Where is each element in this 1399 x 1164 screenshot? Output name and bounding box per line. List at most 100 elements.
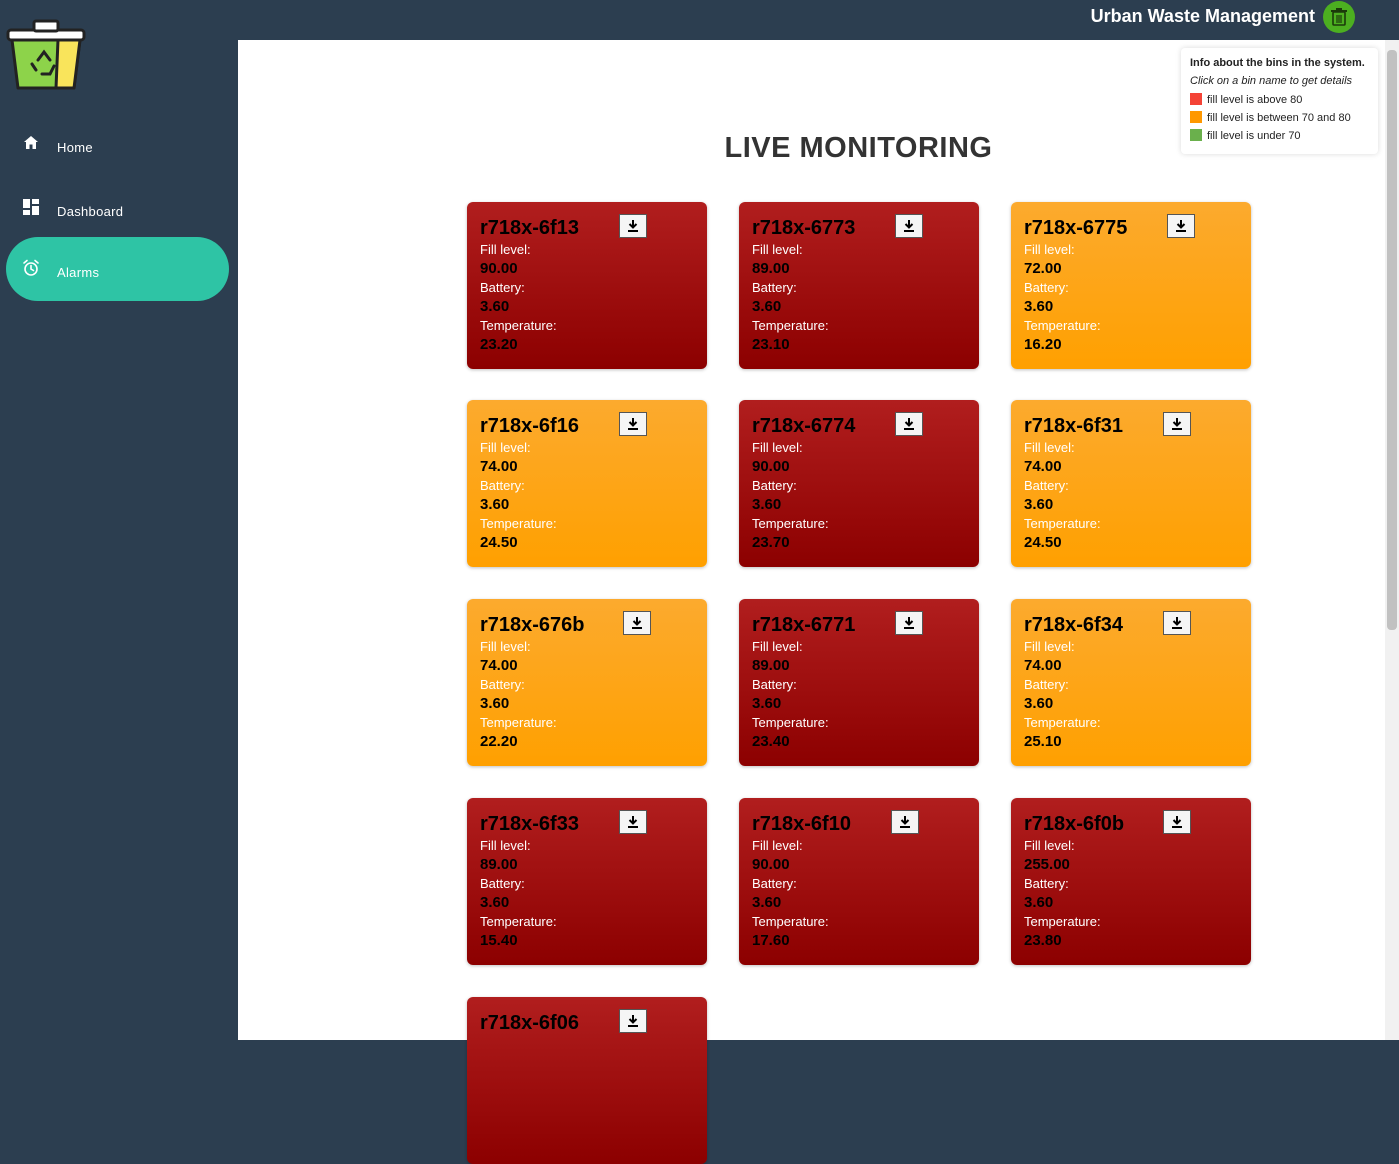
legend-label: fill level is above 80 — [1207, 94, 1303, 106]
battery-label: Battery: — [480, 280, 525, 295]
fill-level-value: 90.00 — [752, 856, 790, 873]
bin-name-link[interactable]: r718x-6f31 — [1024, 414, 1238, 438]
battery-value: 3.60 — [752, 695, 782, 712]
bin-name-link[interactable]: r718x-6f0b — [1024, 812, 1238, 836]
fill-level-value: 74.00 — [1024, 458, 1062, 475]
battery-value: 3.60 — [480, 894, 510, 911]
fill-level-label: Fill level: — [480, 242, 531, 257]
fill-level-label: Fill level: — [752, 242, 803, 257]
download-icon — [1172, 617, 1182, 629]
battery-label: Battery: — [752, 280, 797, 295]
main-content: LIVE MONITORING r718x-6f13 Fill level: 90.… — [238, 40, 1385, 1164]
fill-level-value: 255.00 — [1024, 856, 1070, 873]
fill-level-value: 74.00 — [1024, 657, 1062, 674]
battery-label: Battery: — [480, 876, 525, 891]
bin-card: r718x-6f13 Fill level: 90.00 Battery: 3.60 Te… — [467, 202, 707, 369]
temperature-label: Temperature: — [1024, 715, 1101, 730]
battery-label: Battery: — [1024, 876, 1069, 891]
battery-value: 3.60 — [1024, 894, 1054, 911]
download-button[interactable] — [619, 412, 647, 436]
download-icon — [1172, 816, 1182, 828]
battery-label: Battery: — [752, 876, 797, 891]
battery-value: 3.60 — [752, 894, 782, 911]
battery-value: 3.60 — [1024, 298, 1054, 315]
fill-level-value: 74.00 — [480, 458, 518, 475]
bin-name-link[interactable]: r718x-6f16 — [480, 414, 694, 438]
temperature-label: Temperature: — [752, 715, 829, 730]
bin-name-link[interactable]: r718x-6771 — [752, 613, 966, 637]
bin-name-link[interactable]: r718x-676b — [480, 613, 694, 637]
battery-value: 3.60 — [1024, 496, 1054, 513]
bin-card: r718x-6775 Fill level: 72.00 Battery: 3.60 Te… — [1011, 202, 1251, 369]
bin-card: r718x-6f06 — [467, 997, 707, 1164]
legend-item-between-70-80: fill level is between 70 and 80 — [1190, 111, 1351, 125]
battery-label: Battery: — [752, 478, 797, 493]
battery-label: Battery: — [1024, 280, 1069, 295]
sidebar: Home Dashboard Alarms — [0, 0, 238, 1040]
bin-name-link[interactable]: r718x-6f10 — [752, 812, 966, 836]
scrollbar[interactable] — [1385, 40, 1399, 1040]
bin-card: r718x-6f31 Fill level: 74.00 Battery: 3.60 Te… — [1011, 400, 1251, 567]
download-button[interactable] — [895, 214, 923, 238]
download-button[interactable] — [895, 412, 923, 436]
fill-level-label: Fill level: — [1024, 440, 1075, 455]
fill-level-value: 90.00 — [480, 260, 518, 277]
fill-level-label: Fill level: — [1024, 242, 1075, 257]
temperature-value: 25.10 — [1024, 733, 1062, 750]
battery-label: Battery: — [1024, 677, 1069, 692]
download-button[interactable] — [1163, 810, 1191, 834]
bin-card: r718x-6773 Fill level: 89.00 Battery: 3.60 Te… — [739, 202, 979, 369]
download-button[interactable] — [1163, 412, 1191, 436]
scrollbar-thumb[interactable] — [1387, 50, 1397, 630]
legend-swatch — [1190, 129, 1202, 141]
fill-level-label: Fill level: — [480, 440, 531, 455]
download-icon — [628, 816, 638, 828]
temperature-value: 17.60 — [752, 932, 790, 949]
app-title: Urban Waste Management — [1090, 6, 1315, 26]
fill-level-label: Fill level: — [480, 639, 531, 654]
bin-card: r718x-6771 Fill level: 89.00 Battery: 3.60 Te… — [739, 599, 979, 766]
download-icon — [904, 418, 914, 430]
temperature-label: Temperature: — [480, 318, 557, 333]
bin-name-link[interactable]: r718x-6774 — [752, 414, 966, 438]
bin-name-link[interactable]: r718x-6f13 — [480, 216, 694, 240]
bin-name-link[interactable]: r718x-6775 — [1024, 216, 1238, 240]
legend-label: fill level is under 70 — [1207, 130, 1301, 142]
temperature-value: 23.70 — [752, 534, 790, 551]
sidebar-item-home[interactable]: Home — [6, 112, 229, 176]
fill-level-value: 74.00 — [480, 657, 518, 674]
info-title: Info about the bins in the system. — [1190, 57, 1365, 69]
download-button[interactable] — [619, 1009, 647, 1033]
download-button[interactable] — [623, 611, 651, 635]
fill-level-value: 72.00 — [1024, 260, 1062, 277]
temperature-label: Temperature: — [752, 318, 829, 333]
temperature-label: Temperature: — [480, 715, 557, 730]
download-icon — [904, 617, 914, 629]
battery-label: Battery: — [752, 677, 797, 692]
alarm-clock-icon — [23, 259, 39, 276]
download-button[interactable] — [895, 611, 923, 635]
legend-item-under-70: fill level is under 70 — [1190, 129, 1301, 143]
fill-level-label: Fill level: — [1024, 838, 1075, 853]
download-button[interactable] — [891, 810, 919, 834]
bin-name-link[interactable]: r718x-6f34 — [1024, 613, 1238, 637]
battery-value: 3.60 — [752, 496, 782, 513]
download-button[interactable] — [1167, 214, 1195, 238]
info-subtitle: Click on a bin name to get details — [1190, 75, 1353, 87]
bin-name-link[interactable]: r718x-6773 — [752, 216, 966, 240]
bin-name-link[interactable]: r718x-6f06 — [480, 1011, 694, 1035]
battery-value: 3.60 — [1024, 695, 1054, 712]
download-button[interactable] — [619, 810, 647, 834]
temperature-value: 16.20 — [1024, 336, 1062, 353]
sidebar-item-dashboard[interactable]: Dashboard — [6, 176, 229, 240]
sidebar-item-alarms[interactable]: Alarms — [6, 237, 229, 301]
temperature-value: 24.50 — [1024, 534, 1062, 551]
legend-swatch — [1190, 93, 1202, 105]
download-button[interactable] — [1163, 611, 1191, 635]
download-icon — [1176, 220, 1186, 232]
download-button[interactable] — [619, 214, 647, 238]
download-icon — [1172, 418, 1182, 430]
bin-name-link[interactable]: r718x-6f33 — [480, 812, 694, 836]
fill-level-label: Fill level: — [1024, 639, 1075, 654]
fill-level-label: Fill level: — [752, 639, 803, 654]
